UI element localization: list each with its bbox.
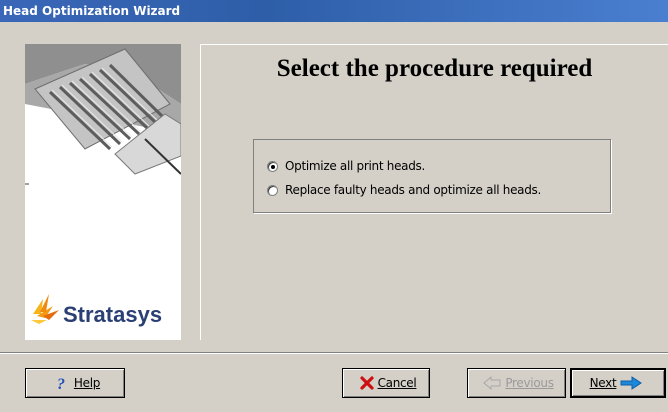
previous-button[interactable]: Previous (467, 368, 566, 398)
wizard-window: Head Optimization Wizard Stratasys Selec… (0, 0, 668, 412)
print-head-illustration (25, 44, 181, 340)
title-bar: Head Optimization Wizard (0, 0, 668, 22)
back-arrow-icon (483, 376, 501, 390)
red-x-icon (359, 376, 374, 390)
next-label: Next (589, 376, 617, 390)
procedure-options-group: Optimize all print heads. Replace faulty… (253, 139, 611, 213)
svg-text:?: ? (57, 376, 65, 391)
next-button[interactable]: Next (570, 368, 666, 398)
radio-option-optimize-all[interactable]: Optimize all print heads. (267, 158, 425, 174)
page-title: Select the procedure required (276, 55, 593, 82)
help-button[interactable]: ? Help (25, 368, 125, 398)
question-mark-icon: ? (54, 375, 70, 391)
cancel-label: Cancel (377, 376, 417, 390)
content-panel: Select the procedure required Optimize a… (200, 44, 668, 340)
radio-button-unchecked[interactable] (267, 184, 278, 196)
blue-arrow-icon (620, 376, 643, 390)
window-title: Head Optimization Wizard (3, 4, 181, 18)
side-image-panel: Stratasys (25, 44, 181, 340)
cancel-button[interactable]: Cancel (342, 368, 430, 398)
help-label: Help (73, 376, 101, 390)
radio-option-replace-faulty[interactable]: Replace faulty heads and optimize all he… (267, 182, 541, 198)
previous-label: Previous (505, 376, 554, 390)
footer-separator (0, 352, 668, 354)
radio-label: Replace faulty heads and optimize all he… (285, 183, 542, 197)
logo-text: Stratasys (63, 302, 163, 327)
radio-label: Optimize all print heads. (285, 159, 425, 173)
radio-button-checked[interactable] (267, 160, 278, 172)
